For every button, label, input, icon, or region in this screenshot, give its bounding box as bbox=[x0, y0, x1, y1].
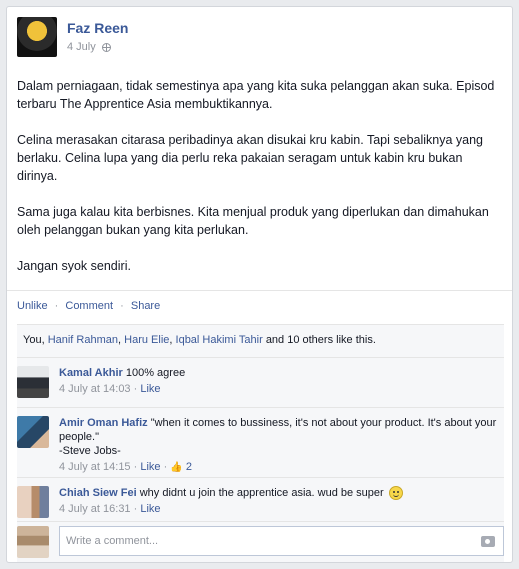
share-link[interactable]: Share bbox=[131, 300, 160, 312]
comment-text-line: Kamal Akhir 100% agree bbox=[59, 366, 504, 380]
comment-input[interactable]: Write a comment... bbox=[59, 526, 504, 556]
post-header: Faz Reen 4 July bbox=[17, 17, 497, 61]
comment-time[interactable]: 4 July at 14:03 bbox=[59, 383, 131, 395]
comment-placeholder: Write a comment... bbox=[66, 535, 159, 547]
comment-item: Chiah Siew Fei why didnt u join the appr… bbox=[17, 477, 504, 521]
author-name[interactable]: Faz Reen bbox=[67, 20, 128, 36]
unlike-link[interactable]: Unlike bbox=[17, 300, 48, 312]
commenter-avatar[interactable] bbox=[17, 366, 49, 398]
post-paragraph: Dalam perniagaan, tidak semestinya apa y… bbox=[17, 79, 495, 111]
likes-suffix: and 10 others like this. bbox=[265, 334, 376, 346]
post-date[interactable]: 4 July bbox=[67, 41, 96, 53]
current-user-avatar bbox=[17, 526, 49, 558]
commenter-avatar[interactable] bbox=[17, 416, 49, 448]
post-meta: 4 July bbox=[67, 41, 111, 53]
globe-icon[interactable] bbox=[101, 42, 111, 52]
separator: · bbox=[54, 300, 59, 312]
comment-link[interactable]: Comment bbox=[65, 300, 113, 312]
liker-link[interactable]: Haru Elie bbox=[124, 334, 169, 346]
comment-time[interactable]: 4 July at 16:31 bbox=[59, 503, 131, 515]
comments-list: Kamal Akhir 100% agree 4 July at 14:03 ·… bbox=[17, 357, 504, 521]
separator: · bbox=[120, 300, 124, 312]
smiley-icon bbox=[388, 486, 403, 501]
comment-meta: 4 July at 14:03 · Like bbox=[59, 383, 161, 395]
post-card: Faz Reen 4 July Dalam perniagaan, tidak … bbox=[6, 6, 513, 563]
camera-icon[interactable] bbox=[481, 536, 495, 547]
comment-like-link[interactable]: Like bbox=[140, 461, 160, 473]
post-paragraph: Jangan syok sendiri. bbox=[17, 259, 131, 273]
commenter-avatar[interactable] bbox=[17, 486, 49, 518]
likes-summary: You, Hanif Rahman, Haru Elie, Iqbal Haki… bbox=[17, 324, 504, 357]
comment-item: Amir Oman Hafiz "when it comes to bussin… bbox=[17, 407, 504, 477]
comment-item: Kamal Akhir 100% agree 4 July at 14:03 ·… bbox=[17, 357, 504, 407]
comment-like-link[interactable]: Like bbox=[140, 503, 160, 515]
post-paragraph: Sama juga kalau kita berbisnes. Kita men… bbox=[17, 205, 489, 237]
comment-text-line: Amir Oman Hafiz "when it comes to bussin… bbox=[59, 416, 504, 458]
liker-link[interactable]: Hanif Rahman bbox=[48, 334, 118, 346]
comment-composer: Write a comment... bbox=[17, 521, 504, 562]
comment-text-line: Chiah Siew Fei why didnt u join the appr… bbox=[59, 486, 504, 501]
author-avatar[interactable] bbox=[17, 17, 57, 57]
comment-text: why didnt u join the apprentice asia. wu… bbox=[139, 487, 384, 499]
comment-time[interactable]: 4 July at 14:15 bbox=[59, 461, 131, 473]
comment-like-link[interactable]: Like bbox=[140, 383, 160, 395]
commenter-name[interactable]: Chiah Siew Fei bbox=[59, 487, 137, 499]
comment-like-count[interactable]: 2 bbox=[186, 461, 192, 473]
post-paragraph: Celina merasakan citarasa peribadinya ak… bbox=[17, 133, 484, 183]
thumbs-up-icon[interactable]: 👍 bbox=[170, 462, 182, 473]
liker-link[interactable]: Iqbal Hakimi Tahir bbox=[176, 334, 263, 346]
comment-meta: 4 July at 16:31 · Like bbox=[59, 503, 161, 516]
comment-text: 100% agree bbox=[125, 367, 186, 379]
commenter-name[interactable]: Kamal Akhir bbox=[59, 367, 123, 379]
post-actions: Unlike · Comment · Share bbox=[7, 290, 512, 324]
commenter-name[interactable]: Amir Oman Hafiz bbox=[59, 417, 148, 429]
post-body: Dalam perniagaan, tidak semestinya apa y… bbox=[17, 77, 505, 293]
comment-text-second: -Steve Jobs- bbox=[59, 445, 121, 457]
likes-prefix: You, bbox=[23, 334, 45, 346]
comment-meta: 4 July at 14:15 · Like · 👍 2 bbox=[59, 461, 192, 473]
